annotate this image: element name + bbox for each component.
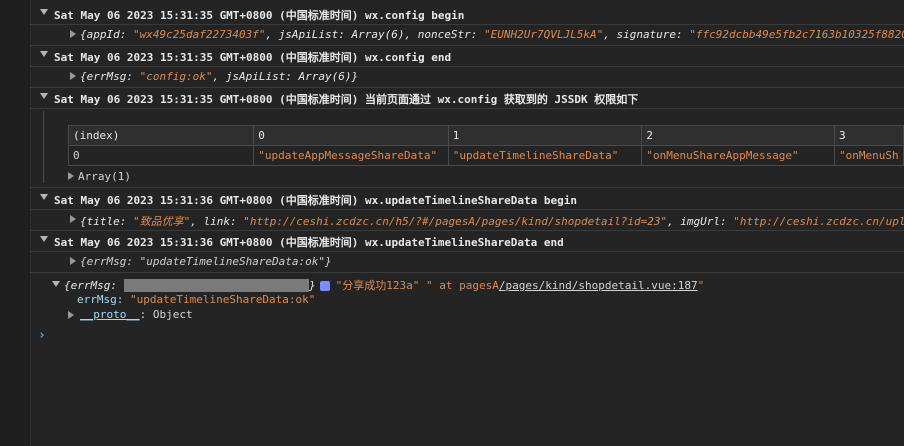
object-preview: {errMsg: "config:ok", jsApiList: Array(6…: [80, 70, 359, 83]
object-preview: {appId: "wx49c25daf2273403f", jsApiList:…: [80, 28, 904, 41]
collapse-triangle-icon[interactable]: [40, 51, 48, 57]
log-group-title: Sat May 06 2023 15:31:36 GMT+0800 (中国标准时…: [54, 236, 564, 249]
log-group-update-timeline-begin[interactable]: Sat May 06 2023 15:31:36 GMT+0800 (中国标准时…: [30, 188, 904, 210]
log-message: "分享成功123a" " at pagesA/pages/kind/shopde…: [335, 279, 705, 292]
collapse-triangle-icon[interactable]: [52, 281, 60, 287]
object-log-line: {errMsg: "updateTimelineShareData:ok"} "分…: [64, 279, 705, 292]
object-preview: {errMsg: "updateTimelineShareData:ok"}: [80, 255, 332, 268]
expand-triangle-icon[interactable]: [70, 30, 76, 38]
log-object-config-result[interactable]: {errMsg: "config:ok", jsApiList: Array(6…: [30, 66, 904, 88]
collapse-triangle-icon[interactable]: [40, 236, 48, 242]
collapse-triangle-icon[interactable]: [40, 93, 48, 99]
object-preview: {title: "致品优享", link: "http://ceshi.zcdz…: [80, 215, 904, 228]
table-header[interactable]: (index): [67, 125, 255, 146]
info-icon[interactable]: [319, 281, 330, 291]
log-group-title: Sat May 06 2023 15:31:35 GMT+0800 (中国标准时…: [54, 93, 639, 106]
table-cell-index: 0: [67, 145, 255, 166]
console-table-block: (index) 0 1 2 3 0 "updateAppMessageShare…: [30, 107, 904, 188]
console-output: Sat May 06 2023 15:31:35 GMT+0800 (中国标准时…: [30, 0, 904, 446]
object-property-errmsg: errMsg: "updateTimelineShareData:ok": [77, 293, 316, 306]
console-gutter: [0, 0, 31, 446]
log-group-config-end[interactable]: Sat May 06 2023 15:31:35 GMT+0800 (中国标准时…: [30, 45, 904, 67]
console-table: (index) 0 1 2 3 0 "updateAppMessageShare…: [67, 125, 904, 166]
log-group-config-begin[interactable]: Sat May 06 2023 15:31:35 GMT+0800 (中国标准时…: [30, 3, 904, 25]
array-expander[interactable]: Array(1): [68, 170, 131, 183]
console-prompt-icon[interactable]: ›: [38, 328, 46, 343]
table-cell: "updateTimelineShareData": [447, 145, 643, 166]
log-group-jssdk-permissions[interactable]: Sat May 06 2023 15:31:35 GMT+0800 (中国标准时…: [30, 87, 904, 109]
table-row: 0 "updateAppMessageShareData" "updateTim…: [67, 145, 904, 166]
log-object-share-result[interactable]: {errMsg: "updateTimelineShareData:ok"}: [30, 251, 904, 273]
table-header[interactable]: 1: [447, 125, 643, 146]
source-link[interactable]: /pages/kind/shopdetail.vue:187: [499, 279, 698, 292]
collapse-triangle-icon[interactable]: [40, 9, 48, 15]
table-header-row: (index) 0 1 2 3: [67, 125, 904, 146]
log-group-update-timeline-end[interactable]: Sat May 06 2023 15:31:36 GMT+0800 (中国标准时…: [30, 230, 904, 252]
table-cell: "onMenuShareAppMessage": [641, 145, 836, 166]
table-cell: "onMenuSh: [834, 145, 904, 166]
log-group-title: Sat May 06 2023 15:31:36 GMT+0800 (中国标准时…: [54, 194, 577, 207]
expand-triangle-icon[interactable]: [70, 72, 76, 80]
collapse-triangle-icon[interactable]: [40, 194, 48, 200]
log-group-title: Sat May 06 2023 15:31:35 GMT+0800 (中国标准时…: [54, 9, 465, 22]
group-indent-guide: [43, 111, 44, 183]
table-header[interactable]: 2: [641, 125, 836, 146]
log-group-title: Sat May 06 2023 15:31:35 GMT+0800 (中国标准时…: [54, 51, 452, 64]
expand-triangle-icon[interactable]: [70, 215, 76, 223]
array-label: Array(1): [78, 170, 131, 183]
table-header[interactable]: 3: [834, 125, 904, 146]
table-header[interactable]: 0: [253, 125, 449, 146]
log-object-share-args[interactable]: {title: "致品优享", link: "http://ceshi.zcdz…: [30, 209, 904, 231]
expand-triangle-icon[interactable]: [70, 257, 76, 265]
log-object-config-args[interactable]: {appId: "wx49c25daf2273403f", jsApiList:…: [30, 24, 904, 46]
selected-value-highlight[interactable]: "updateTimelineShareData:ok": [123, 279, 310, 292]
object-property-proto[interactable]: __proto__: Object: [68, 308, 193, 321]
expand-triangle-icon[interactable]: [68, 172, 74, 180]
expand-triangle-icon[interactable]: [68, 311, 74, 319]
table-cell: "updateAppMessageShareData": [253, 145, 449, 166]
